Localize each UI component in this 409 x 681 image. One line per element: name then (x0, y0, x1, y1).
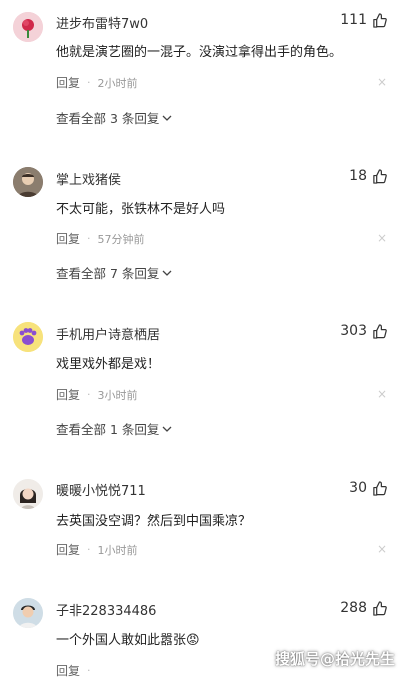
reply-button[interactable]: 回复 (56, 74, 80, 91)
like-count: 18 (349, 168, 367, 184)
close-icon[interactable]: × (377, 75, 387, 89)
username[interactable]: 进步布雷特7w0 (56, 13, 148, 32)
comment-text: 一个外国人敢如此嚣张😡 (56, 633, 200, 648)
view-all-replies-label: 查看全部 7 条回复 (56, 266, 160, 281)
chevron-down-icon (162, 115, 172, 121)
rose-avatar-icon (13, 12, 43, 42)
view-all-replies-button[interactable]: 查看全部 7 条回复 (56, 263, 172, 282)
paw-avatar-icon (13, 322, 43, 352)
timestamp: 1小时前 (97, 543, 138, 557)
person-avatar-icon (13, 167, 43, 197)
reply-button[interactable]: 回复 (56, 230, 80, 247)
like-count: 303 (340, 323, 367, 339)
separator-dot: · (87, 388, 91, 401)
thumbs-up-icon (373, 12, 387, 28)
chevron-down-icon (162, 270, 172, 276)
thumbs-up-icon (373, 323, 387, 339)
reply-button[interactable]: 回复 (56, 386, 80, 403)
avatar[interactable] (13, 167, 43, 197)
like-button[interactable]: 111 (340, 12, 387, 28)
like-button[interactable]: 303 (340, 323, 387, 339)
thumbs-up-icon (373, 480, 387, 496)
separator-dot: · (87, 232, 91, 245)
timestamp: 3小时前 (97, 388, 138, 402)
reply-button[interactable]: 回复 (56, 541, 80, 558)
girl-avatar-icon (13, 479, 43, 509)
username[interactable]: 暖暖小悦悦711 (56, 480, 146, 499)
avatar[interactable] (13, 12, 43, 42)
separator-dot: · (87, 664, 91, 677)
like-button[interactable]: 288 (340, 600, 387, 616)
timestamp: 57分钟前 (97, 232, 145, 246)
username[interactable]: 手机用户诗意栖居 (56, 324, 160, 343)
username[interactable]: 掌上戏猪侯 (56, 169, 121, 188)
avatar[interactable] (13, 322, 43, 352)
like-button[interactable]: 30 (349, 480, 387, 496)
comment-meta: 回复 · 1小时前 (56, 541, 138, 558)
comment-text: 去英国没空调？然后到中国乘凉？ (56, 514, 252, 529)
thumbs-up-icon (373, 168, 387, 184)
like-count: 288 (340, 600, 367, 616)
thumbs-up-icon (373, 600, 387, 616)
close-icon[interactable]: × (377, 231, 387, 245)
comment-meta: 回复 · 2小时前 (56, 74, 138, 91)
reply-button[interactable]: 回复 (56, 662, 80, 679)
view-all-replies-label: 查看全部 1 条回复 (56, 422, 160, 437)
view-all-replies-button[interactable]: 查看全部 1 条回复 (56, 419, 172, 438)
comment-meta: 回复 · 3小时前 (56, 386, 138, 403)
like-count: 111 (340, 12, 367, 28)
separator-dot: · (87, 543, 91, 556)
comment-text: 戏里戏外都是戏！ (56, 357, 161, 372)
comment-meta: 回复 · (56, 662, 98, 679)
man-avatar-icon (13, 598, 43, 628)
username[interactable]: 子非228334486 (56, 600, 156, 619)
comment-text: 他就是演艺圈的一混子。没演过拿得出手的角色。 (56, 45, 343, 60)
close-icon[interactable]: × (377, 542, 387, 556)
chevron-down-icon (162, 426, 172, 432)
timestamp: 2小时前 (97, 76, 138, 90)
close-icon[interactable]: × (377, 387, 387, 401)
watermark: 搜狐号@拾光先生 (274, 650, 395, 668)
avatar[interactable] (13, 598, 43, 628)
separator-dot: · (87, 76, 91, 89)
avatar[interactable] (13, 479, 43, 509)
comment-meta: 回复 · 57分钟前 (56, 230, 145, 247)
view-all-replies-button[interactable]: 查看全部 3 条回复 (56, 108, 172, 127)
view-all-replies-label: 查看全部 3 条回复 (56, 111, 160, 126)
like-count: 30 (349, 480, 367, 496)
like-button[interactable]: 18 (349, 168, 387, 184)
comment-text: 不太可能，张铁林不是好人吗 (56, 202, 226, 217)
